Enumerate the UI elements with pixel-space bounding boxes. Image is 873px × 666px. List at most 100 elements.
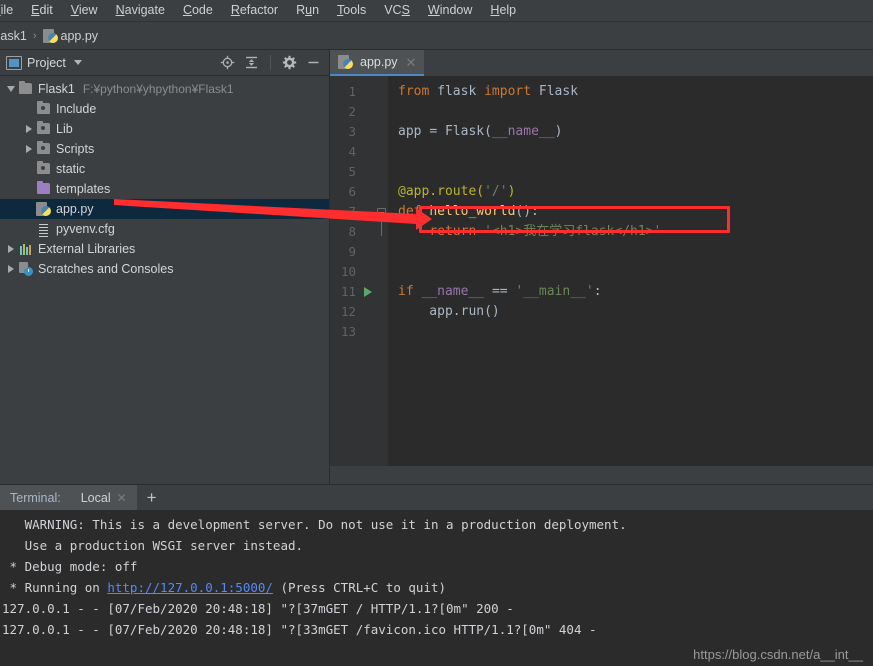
tree-item-flask1[interactable]: Flask1 F:¥python¥yhpython¥Flask1 — [0, 79, 329, 99]
menu-item-file[interactable]: File — [0, 0, 22, 21]
tree-item-static[interactable]: static — [0, 159, 329, 179]
line-number: 8 — [348, 224, 356, 239]
gutter-line-3[interactable]: 3 — [330, 122, 388, 142]
editor-tabs: app.py ✕ — [330, 50, 873, 76]
code-token: Flask( — [444, 124, 492, 139]
code-token: __name__ — [491, 124, 555, 139]
chevron-down-icon[interactable] — [73, 60, 82, 65]
gutter-line-12[interactable]: 12 — [330, 302, 388, 322]
terminal-tab-local[interactable]: Local ✕ — [70, 485, 137, 510]
tree-item-templates[interactable]: templates — [0, 179, 329, 199]
editor-bottom-strip — [330, 466, 873, 484]
terminal-link[interactable]: http://127.0.0.1:5000/ — [107, 580, 273, 595]
close-icon[interactable]: ✕ — [406, 56, 417, 69]
menu-item-code[interactable]: Code — [174, 0, 222, 21]
chevron-right-icon[interactable] — [22, 145, 36, 153]
gutter-line-1[interactable]: 1 — [330, 82, 388, 102]
gutter-line-10[interactable]: 10 — [330, 262, 388, 282]
menu-item-edit[interactable]: Edit — [22, 0, 62, 21]
editor-tab-app-py[interactable]: app.py ✕ — [330, 50, 425, 76]
project-tree[interactable]: Flask1 F:¥python¥yhpython¥Flask1 Include Li… — [0, 76, 329, 484]
code-line-1[interactable]: from flask import Flask — [398, 82, 873, 102]
code-line-10[interactable] — [398, 262, 873, 282]
code-line-2[interactable] — [398, 102, 873, 122]
code-token: (): — [515, 204, 539, 219]
tree-item-pyvenv-cfg[interactable]: pyvenv.cfg — [0, 219, 329, 239]
terminal-text: (Press CTRL+C to quit) — [272, 580, 447, 595]
code-line-9[interactable] — [398, 242, 873, 262]
tree-item-external-libraries[interactable]: External Libraries — [0, 239, 329, 259]
line-number: 1 — [348, 84, 356, 99]
gutter-line-11[interactable]: 11 — [330, 282, 388, 302]
code-line-4[interactable] — [398, 142, 873, 162]
menu-item-help[interactable]: Help — [481, 0, 525, 21]
menu-item-refactor[interactable]: Refactor — [222, 0, 287, 21]
gear-icon[interactable] — [282, 55, 297, 70]
breadcrumb-file[interactable]: app.py — [42, 28, 98, 43]
menu-item-tools[interactable]: Tools — [328, 0, 375, 21]
plus-icon[interactable]: + — [137, 485, 167, 510]
scratches-icon — [18, 262, 34, 276]
tree-item-app-py[interactable]: app.py — [0, 199, 329, 219]
tree-item-label: pyvenv.cfg — [56, 222, 115, 236]
python-file-icon — [42, 28, 58, 43]
gutter-line-7[interactable]: 7 — [330, 202, 388, 236]
terminal-output[interactable]: WARNING: This is a development server. D… — [0, 510, 873, 666]
locate-icon[interactable] — [220, 55, 235, 70]
code-line-7[interactable]: def hello_world(): — [398, 202, 873, 222]
editor-body[interactable]: 1 2 3 4 5 6 7 8 9 10 11 12 13 from flask import Flas… — [330, 76, 873, 466]
watermark-text: https://blog.csdn.net/a__int__ — [693, 647, 863, 662]
code-line-6[interactable]: @app.route('/') — [398, 182, 873, 202]
menu-item-window[interactable]: Window — [419, 0, 481, 21]
chevron-right-icon[interactable] — [4, 265, 18, 273]
project-title-group[interactable]: Project — [6, 55, 82, 70]
terminal-text: Use a production WSGI server instead. — [2, 538, 304, 553]
chevron-down-icon[interactable] — [4, 86, 18, 92]
chevron-right-icon[interactable] — [22, 125, 36, 133]
terminal-label: Terminal: — [0, 485, 71, 510]
line-number: 12 — [340, 304, 356, 319]
pycharm-window: FileEditViewNavigateCodeRefactorRunTools… — [0, 0, 873, 666]
editor-code[interactable]: from flask import Flask app = Flask(__na… — [388, 76, 873, 466]
menu-item-navigate[interactable]: Navigate — [107, 0, 174, 21]
code-line-3[interactable]: app = Flask(__name__) — [398, 122, 873, 142]
folder-purple-icon — [36, 181, 52, 196]
gutter-line-9[interactable]: 9 — [330, 242, 388, 262]
line-number: 3 — [348, 124, 356, 139]
line-number: 9 — [348, 244, 356, 259]
collapse-all-icon[interactable] — [244, 55, 259, 70]
terminal-tab-label: Local — [80, 490, 111, 505]
gutter-line-8[interactable]: 8 — [330, 222, 388, 242]
menu-bar: FileEditViewNavigateCodeRefactorRunTools… — [0, 0, 873, 22]
gutter-line-13[interactable]: 13 — [330, 322, 388, 342]
code-line-12[interactable]: app.run() — [398, 302, 873, 322]
tree-item-include[interactable]: Include — [0, 99, 329, 119]
breadcrumb-project-label: Flask1 — [0, 28, 27, 43]
menu-item-run[interactable]: Run — [287, 0, 328, 21]
gutter-line-6[interactable]: 6 — [330, 182, 388, 202]
code-token: from — [398, 84, 438, 99]
menu-item-view[interactable]: View — [62, 0, 107, 21]
chevron-right-icon[interactable] — [4, 245, 18, 253]
breadcrumb-project[interactable]: Flask1 — [0, 29, 27, 43]
gutter-line-5[interactable]: 5 — [330, 162, 388, 182]
tree-item-lib[interactable]: Lib — [0, 119, 329, 139]
run-triangle-icon[interactable] — [364, 287, 372, 297]
tree-item-scripts[interactable]: Scripts — [0, 139, 329, 159]
code-line-8[interactable]: return '<h1>我在学习flask</h1>' — [398, 222, 873, 242]
gutter-line-4[interactable]: 4 — [330, 142, 388, 162]
minimize-icon[interactable] — [306, 55, 321, 70]
code-line-11[interactable]: if __name__ == '__main__': — [398, 282, 873, 302]
code-line-13[interactable] — [398, 322, 873, 342]
gutter-line-2[interactable]: 2 — [330, 102, 388, 122]
menu-item-vcs[interactable]: VCS — [375, 0, 419, 21]
close-icon[interactable]: ✕ — [117, 491, 127, 505]
tree-item-label: Scripts — [56, 142, 95, 156]
tree-item-scratches-and-consoles[interactable]: Scratches and Consoles — [0, 259, 329, 279]
line-number: 5 — [348, 164, 356, 179]
editor-gutter[interactable]: 1 2 3 4 5 6 7 8 9 10 11 12 13 — [330, 76, 388, 466]
code-line-5[interactable] — [398, 162, 873, 182]
line-number: 2 — [348, 104, 356, 119]
code-token: def — [398, 204, 430, 219]
code-token: app.run() — [398, 304, 500, 319]
